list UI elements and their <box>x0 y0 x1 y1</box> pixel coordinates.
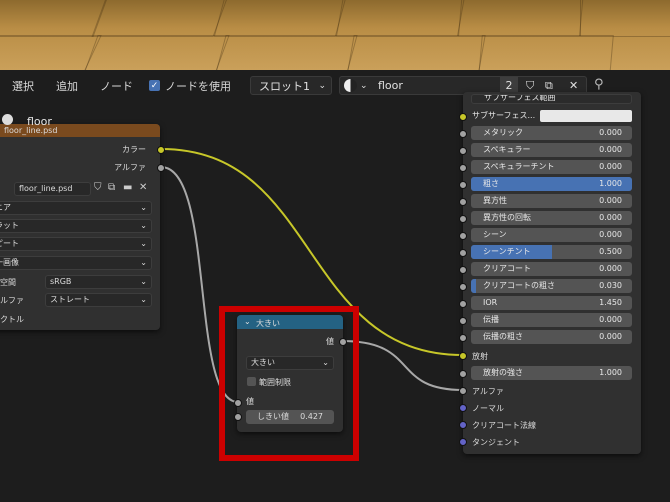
bsdf-input-value: 1.000 <box>599 179 622 188</box>
bsdf-top-dropdown[interactable]: サブサーフェス範囲 <box>471 94 632 104</box>
bsdf-input-value: 0.000 <box>599 264 622 273</box>
output-alpha-label: アルファ <box>114 163 146 172</box>
wire-value-to-alpha <box>341 340 464 391</box>
bsdf-input-socket[interactable] <box>459 266 467 274</box>
alpha-mode-label: ルファ <box>0 296 24 305</box>
bsdf-input-value: 0.000 <box>599 315 622 324</box>
color-output-socket[interactable] <box>157 146 165 154</box>
tangent-label: タンジェント <box>472 438 520 447</box>
bsdf-input-socket[interactable] <box>459 181 467 189</box>
close-icon[interactable]: ✕ <box>139 182 147 193</box>
bsdf-input-socket[interactable] <box>459 198 467 206</box>
bsdf-input-field[interactable]: 異方性 0.000 <box>471 194 632 208</box>
image-texture-node[interactable]: floor_line.psd カラー アルファ floor_line.psd ⛉… <box>0 124 160 330</box>
bsdf-input-name: 粗さ <box>483 179 499 188</box>
subsurface-color-swatch[interactable] <box>540 110 632 122</box>
vector-input-label: クトル <box>0 315 24 324</box>
bsdf-input-field[interactable]: クリアコート 0.000 <box>471 262 632 276</box>
bsdf-input-field[interactable]: メタリック 0.000 <box>471 126 632 140</box>
color-space-dropdown[interactable]: sRGB ⌄ <box>45 275 152 289</box>
bsdf-input-name: シーンチント <box>483 247 531 256</box>
image-file-field[interactable]: floor_line.psd <box>14 182 91 196</box>
bsdf-input-name: クリアコートの粗さ <box>483 281 555 290</box>
node-title: floor <box>27 115 52 128</box>
bsdf-input-socket[interactable] <box>459 232 467 240</box>
bsdf-input-value: 1.450 <box>599 298 622 307</box>
bsdf-input-field[interactable]: サブサーフェス... <box>471 109 632 123</box>
bsdf-input-field[interactable]: 粗さ 1.000 <box>471 177 632 191</box>
node-collapse-icon[interactable] <box>2 114 13 125</box>
bsdf-input-value: 0.000 <box>599 162 622 171</box>
bsdf-input-name: スペキュラーチント <box>483 162 555 171</box>
bsdf-input-name: スペキュラー <box>483 145 531 154</box>
bsdf-input-socket[interactable] <box>459 130 467 138</box>
shield-icon[interactable]: ⛉ <box>94 182 102 193</box>
bsdf-input-field[interactable]: スペキュラー 0.000 <box>471 143 632 157</box>
folder-icon[interactable]: ▬ <box>123 182 132 193</box>
bsdf-input-name: サブサーフェス... <box>472 111 536 120</box>
normal-input-socket[interactable] <box>459 404 467 412</box>
extension-dropdown[interactable]: ピート⌄ <box>0 237 152 251</box>
bsdf-input-value: 0.000 <box>599 128 622 137</box>
source-dropdown[interactable]: 一画像⌄ <box>0 256 152 270</box>
interpolation-dropdown[interactable]: ニア⌄ <box>0 201 152 215</box>
bsdf-input-name: クリアコート <box>483 264 531 273</box>
bsdf-input-field[interactable]: IOR 1.450 <box>471 296 632 310</box>
emission-input-socket[interactable] <box>459 352 467 360</box>
bsdf-input-field[interactable]: スペキュラーチント 0.000 <box>471 160 632 174</box>
bsdf-input-field[interactable]: 伝播 0.000 <box>471 313 632 327</box>
emission-label: 放射 <box>472 352 488 361</box>
bsdf-input-value: 0.000 <box>599 196 622 205</box>
emission-strength-socket[interactable] <box>459 370 467 378</box>
bsdf-input-name: 異方性の回転 <box>483 213 531 222</box>
bsdf-input-name: 伝播 <box>483 315 499 324</box>
bsdf-input-field[interactable]: 伝播の粗さ 0.000 <box>471 330 632 344</box>
bsdf-input-socket[interactable] <box>459 164 467 172</box>
bsdf-input-value: 0.000 <box>599 213 622 222</box>
highlight-box <box>219 306 359 461</box>
bsdf-input-name: IOR <box>483 298 498 307</box>
normal-label: ノーマル <box>472 404 504 413</box>
bsdf-input-socket[interactable] <box>459 300 467 308</box>
projection-dropdown[interactable]: ラット⌄ <box>0 219 152 233</box>
clearcoat-normal-label: クリアコート法線 <box>472 421 536 430</box>
clearcoat-normal-socket[interactable] <box>459 421 467 429</box>
alpha-input-socket[interactable] <box>459 387 467 395</box>
value-fill-bar <box>471 279 476 293</box>
bsdf-input-socket[interactable] <box>459 283 467 291</box>
alpha-mode-dropdown[interactable]: ストレート ⌄ <box>45 293 152 307</box>
bsdf-input-value: 0.500 <box>599 247 622 256</box>
bsdf-input-field[interactable]: シーンチント 0.500 <box>471 245 632 259</box>
alpha-label: アルファ <box>472 387 504 396</box>
bsdf-input-socket[interactable] <box>459 249 467 257</box>
bsdf-input-socket[interactable] <box>459 317 467 325</box>
bsdf-input-value: 0.000 <box>599 145 622 154</box>
bsdf-input-name: 異方性 <box>483 196 507 205</box>
bsdf-input-field[interactable]: クリアコートの粗さ 0.030 <box>471 279 632 293</box>
bsdf-input-name: シーン <box>483 230 507 239</box>
bsdf-input-socket[interactable] <box>459 334 467 342</box>
bsdf-input-socket[interactable] <box>459 113 467 121</box>
emission-strength-field[interactable]: 放射の強さ 1.000 <box>471 366 632 380</box>
bsdf-input-value: 0.000 <box>599 332 622 341</box>
bsdf-input-value: 0.030 <box>599 281 622 290</box>
bsdf-input-socket[interactable] <box>459 215 467 223</box>
alpha-output-socket[interactable] <box>157 164 165 172</box>
tangent-input-socket[interactable] <box>459 438 467 446</box>
color-space-label: 空間 <box>0 278 16 287</box>
duplicate-icon[interactable]: ⧉ <box>108 182 115 193</box>
bsdf-input-socket[interactable] <box>459 147 467 155</box>
bsdf-input-field[interactable]: 異方性の回転 0.000 <box>471 211 632 225</box>
bsdf-input-value: 0.000 <box>599 230 622 239</box>
output-color-label: カラー <box>122 145 146 154</box>
bsdf-input-field[interactable]: シーン 0.000 <box>471 228 632 242</box>
bsdf-input-name: 伝播の粗さ <box>483 332 523 341</box>
bsdf-input-name: メタリック <box>483 128 523 137</box>
